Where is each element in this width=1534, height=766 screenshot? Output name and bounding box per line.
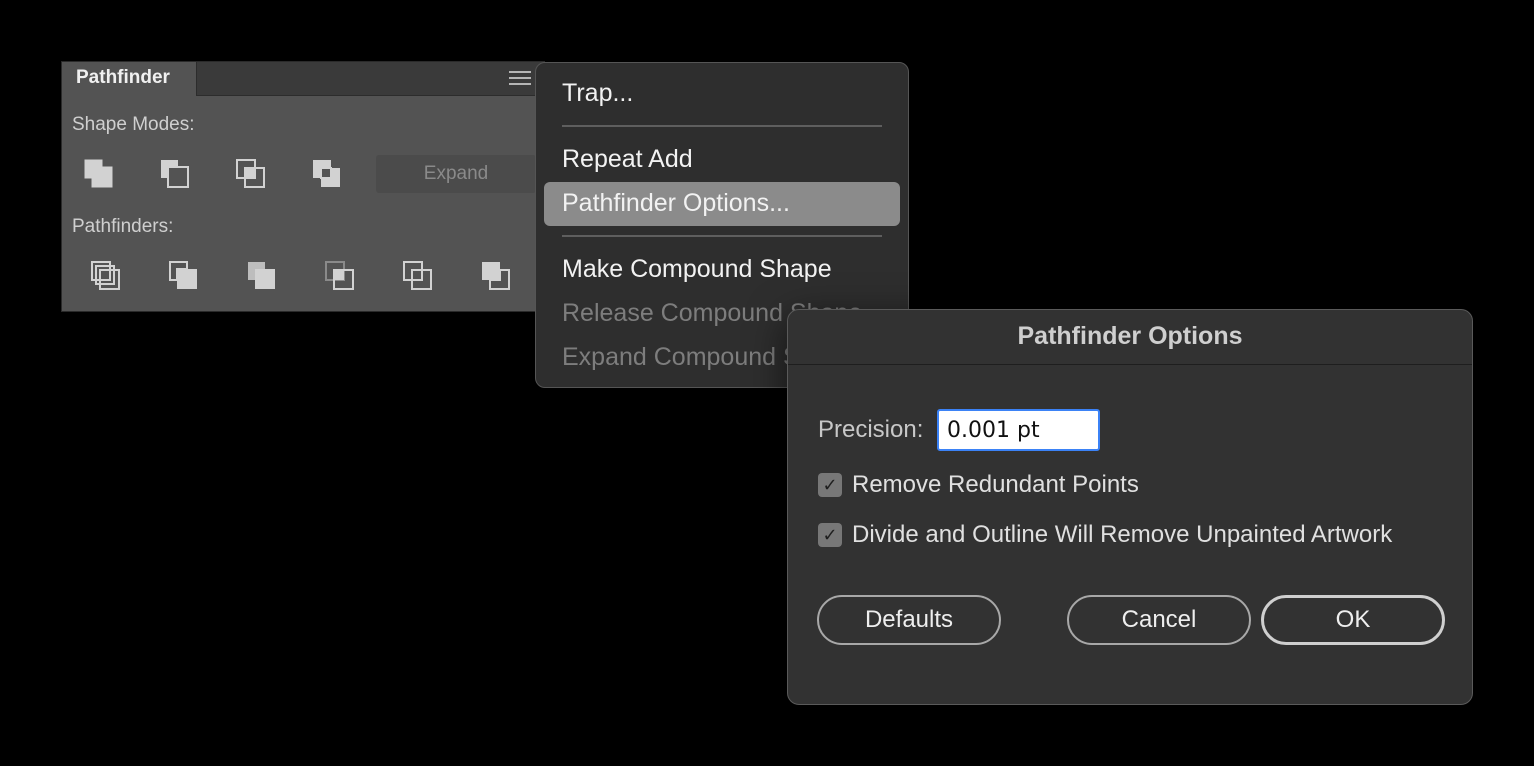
crop-icon[interactable] [323,259,357,293]
pathfinder-panel: Pathfinder Shape Modes: Expand Pathfinde… [61,61,545,312]
menu-separator [562,125,882,127]
pathfinders-label: Pathfinders: [72,216,174,237]
exclude-icon[interactable] [310,157,344,191]
shape-modes-label: Shape Modes: [72,114,195,135]
menu-item-repeat-add[interactable]: Repeat Add [562,145,693,174]
menu-item-pathfinder-options[interactable]: Pathfinder Options... [562,189,790,218]
remove-redundant-checkbox[interactable]: ✓ [818,473,842,497]
intersect-icon[interactable] [234,157,268,191]
precision-label: Precision: [818,416,924,443]
divide-outline-checkbox[interactable]: ✓ [818,523,842,547]
ok-button[interactable]: OK [1261,595,1445,645]
minus-front-icon[interactable] [158,157,192,191]
minus-back-icon[interactable] [479,259,513,293]
defaults-button[interactable]: Defaults [817,595,1001,645]
hamburger-icon[interactable] [509,71,531,87]
cancel-button[interactable]: Cancel [1067,595,1251,645]
precision-input[interactable] [937,409,1100,451]
remove-redundant-label[interactable]: Remove Redundant Points [852,471,1139,499]
pathfinder-tab[interactable]: Pathfinder [62,62,197,96]
divide-icon[interactable] [89,259,123,293]
divide-outline-label[interactable]: Divide and Outline Will Remove Unpainted… [852,521,1392,549]
trim-icon[interactable] [167,259,201,293]
menu-separator [562,235,882,237]
outline-icon[interactable] [401,259,435,293]
dialog-title: Pathfinder Options [788,310,1472,365]
menu-item-make-compound-shape[interactable]: Make Compound Shape [562,255,832,284]
pathfinder-options-dialog: Pathfinder Options Precision: ✓ Remove R… [787,309,1473,705]
menu-item-trap[interactable]: Trap... [562,79,633,108]
unite-icon[interactable] [82,157,116,191]
merge-icon[interactable] [245,259,279,293]
expand-button: Expand [376,155,536,193]
